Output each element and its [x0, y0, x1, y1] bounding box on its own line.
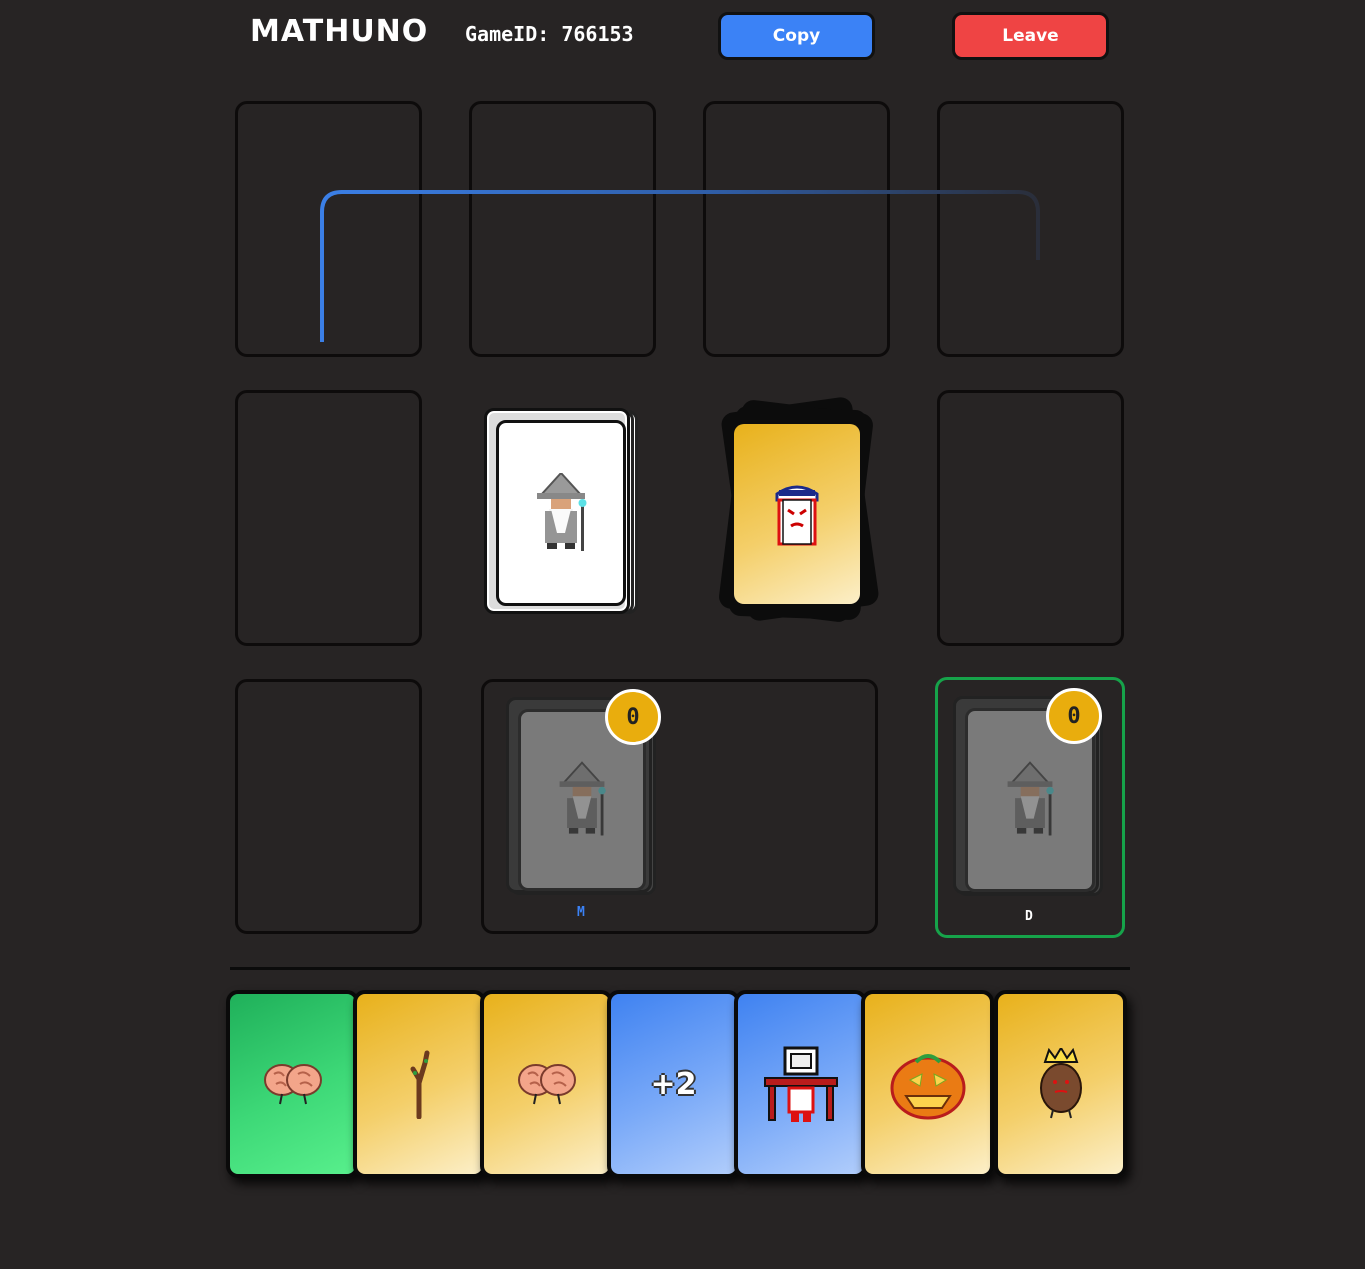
player-d-score: 0 [1046, 688, 1102, 744]
branch-icon [410, 1050, 429, 1119]
wizard-icon [537, 473, 587, 551]
brain-icon [263, 1064, 322, 1105]
player-d-name: D [1025, 909, 1033, 924]
leave-button[interactable]: Leave [952, 12, 1109, 60]
wizard-icon [559, 761, 606, 836]
hand-card[interactable] [994, 990, 1127, 1178]
player-m-score: 0 [605, 689, 661, 745]
hand-divider [230, 967, 1130, 970]
player-slot-empty [937, 390, 1124, 646]
hand-card[interactable]: +2 [607, 990, 740, 1178]
game-id-value: 766153 [561, 22, 634, 46]
discard-pile[interactable] [708, 395, 888, 625]
plus-two-label: +2 [650, 1066, 697, 1102]
discard-top-card [734, 424, 860, 604]
game-id: GameID: 766153 [465, 22, 634, 46]
game-title: MATHUNO [250, 14, 429, 49]
crowned-potato-icon [1039, 1048, 1082, 1119]
copy-button[interactable]: Copy [718, 12, 875, 60]
player-m-name: M [577, 905, 585, 920]
player-slot-empty [235, 679, 422, 934]
hand-card[interactable] [353, 990, 486, 1178]
angry-sailor-cup-icon [775, 485, 819, 546]
turn-direction-line [320, 190, 1040, 342]
pumpkin-icon [890, 1054, 965, 1120]
hand-card[interactable] [734, 990, 867, 1178]
player-slot-empty [235, 390, 422, 646]
hand-card[interactable] [226, 990, 359, 1178]
wizard-icon [1007, 761, 1054, 836]
hand-card[interactable] [861, 990, 994, 1178]
draw-pile[interactable] [484, 408, 640, 616]
hand-card[interactable] [480, 990, 613, 1178]
game-id-label: GameID: [465, 22, 550, 46]
brain-icon [517, 1064, 576, 1105]
desk-chair-icon [763, 1046, 838, 1122]
